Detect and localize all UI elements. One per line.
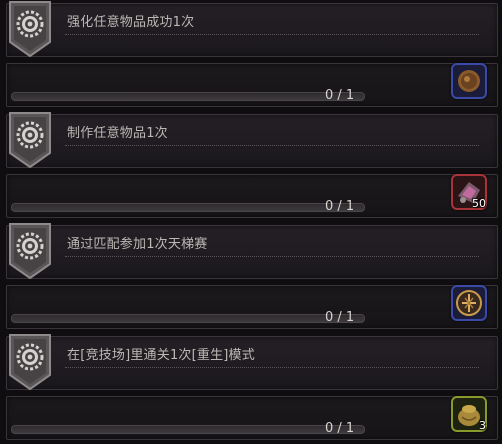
quest-title-panel: 在[竞技场]里通关1次[重生]模式 xyxy=(6,336,498,390)
reward-slot[interactable] xyxy=(451,63,487,99)
progress-bar xyxy=(11,203,365,212)
quest-title-panel: 通过匹配参加1次天梯赛 xyxy=(6,225,498,279)
quest-title: 在[竞技场]里通关1次[重生]模式 xyxy=(67,348,255,363)
gear-badge-icon xyxy=(7,333,53,391)
progress-bar xyxy=(11,314,365,323)
ladder-emblem-icon xyxy=(451,285,487,321)
progress-bar xyxy=(11,425,365,434)
progress-bar xyxy=(11,92,365,101)
reward-slot[interactable] xyxy=(451,285,487,321)
quest-title: 制作任意物品1次 xyxy=(67,126,168,141)
dotted-divider xyxy=(65,145,479,146)
quest-progress-panel: 0 / 1 xyxy=(6,396,498,440)
reward-slot[interactable]: 50 xyxy=(451,174,487,210)
quest-progress-panel: 0 / 1 xyxy=(6,63,498,107)
quest-item: 在[竞技场]里通关1次[重生]模式 0 / 1 3 xyxy=(0,333,502,444)
progress-count: 0 / 1 xyxy=(325,310,355,325)
gear-badge-icon xyxy=(7,111,53,169)
quest-title: 强化任意物品成功1次 xyxy=(67,15,195,30)
dotted-divider xyxy=(65,367,479,368)
dotted-divider xyxy=(65,34,479,35)
quest-title-panel: 强化任意物品成功1次 xyxy=(6,3,498,57)
progress-count: 0 / 1 xyxy=(325,421,355,436)
quest-item: 通过匹配参加1次天梯赛 0 / 1 xyxy=(0,222,502,333)
progress-count: 0 / 1 xyxy=(325,88,355,103)
quest-list: 强化任意物品成功1次 0 / 1 制作任意物品1次 0 / 1 50 通过匹配参… xyxy=(0,0,502,443)
quest-title: 通过匹配参加1次天梯赛 xyxy=(67,237,208,252)
gear-badge-icon xyxy=(7,222,53,280)
reward-quantity: 50 xyxy=(472,197,486,210)
dotted-divider xyxy=(65,256,479,257)
quest-progress-panel: 0 / 1 xyxy=(6,285,498,329)
quest-progress-panel: 0 / 1 xyxy=(6,174,498,218)
reward-slot[interactable]: 3 xyxy=(451,396,487,432)
reward-quantity: 3 xyxy=(479,419,486,432)
progress-count: 0 / 1 xyxy=(325,199,355,214)
gear-badge-icon xyxy=(7,0,53,58)
quest-title-panel: 制作任意物品1次 xyxy=(6,114,498,168)
quest-item: 制作任意物品1次 0 / 1 50 xyxy=(0,111,502,222)
gold-pouch-icon xyxy=(451,63,487,99)
quest-item: 强化任意物品成功1次 0 / 1 xyxy=(0,0,502,111)
